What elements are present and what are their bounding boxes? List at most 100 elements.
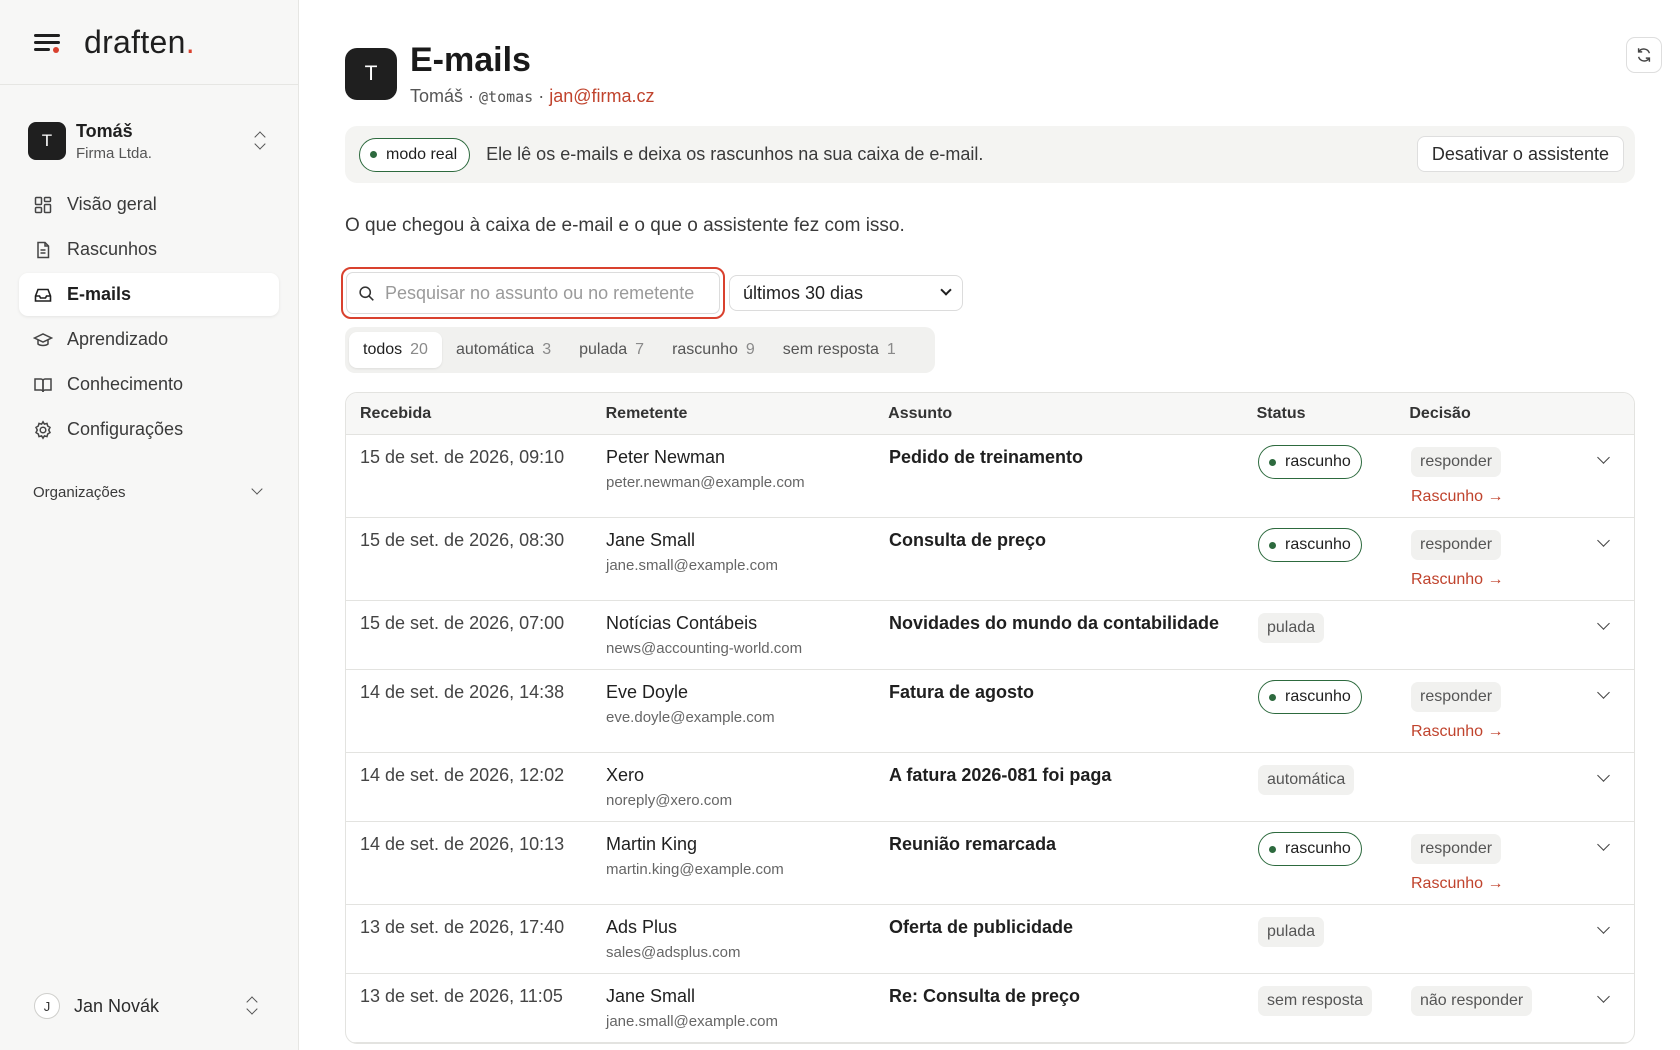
tab-label: todos xyxy=(363,341,403,358)
table-row[interactable]: 15 de set. de 2026, 07:00 Notícias Contá… xyxy=(346,601,1634,670)
received-date: 14 de set. de 2026, 14:38 xyxy=(360,682,565,702)
deactivate-assistant-button[interactable]: Desativar o assistente xyxy=(1416,136,1624,172)
header-email[interactable]: jan@firma.cz xyxy=(549,86,654,106)
chevron-up-down-icon xyxy=(254,131,266,151)
column-header-subject[interactable]: Assunto xyxy=(888,405,1256,423)
header-subtitle: Tomáš · @tomas · jan@firma.cz xyxy=(410,86,655,106)
table-row[interactable]: 13 de set. de 2026, 11:05 Jane Small jane… xyxy=(346,974,1634,1043)
open-draft-link[interactable]: Rascunho → xyxy=(1411,723,1581,741)
sidebar-item-label: Conhecimento xyxy=(67,374,184,394)
account-name: Tomáš xyxy=(76,120,133,141)
graduation-cap-icon xyxy=(33,330,53,350)
tab-draft[interactable]: rascunho 9 xyxy=(658,332,769,368)
period-select[interactable]: últimos 30 dias xyxy=(729,275,963,311)
chevron-down-icon xyxy=(251,483,263,495)
sidebar-item-learning[interactable]: Aprendizado xyxy=(19,318,279,361)
sender-name: Jane Small xyxy=(606,986,696,1006)
sender-name: Xero xyxy=(606,765,645,785)
sender-email: jane.small@example.com xyxy=(606,1013,778,1030)
tab-label: automática xyxy=(455,341,535,358)
status-dot-icon xyxy=(370,151,377,158)
status-badge: rascunho xyxy=(1258,680,1362,714)
status-badge: rascunho xyxy=(1258,528,1362,562)
sender-name: Peter Newman xyxy=(606,447,726,467)
account-switcher[interactable]: T Tomáš Firma Ltda. xyxy=(18,111,280,171)
page-header: T E-mails Tomáš · @tomas · jan@firma.cz xyxy=(345,0,1680,107)
status-badge: rascunho xyxy=(1258,832,1362,866)
chevron-down-icon[interactable] xyxy=(1597,534,1610,547)
sidebar-item-label: Aprendizado xyxy=(67,329,169,349)
received-date: 13 de set. de 2026, 11:05 xyxy=(360,986,563,1006)
column-header-sender[interactable]: Remetente xyxy=(606,405,889,423)
sidebar-item-knowledge[interactable]: Conhecimento xyxy=(19,363,279,406)
user-menu[interactable]: J Jan Novák xyxy=(18,982,280,1030)
status-badge: pulada xyxy=(1258,917,1325,947)
decision-badge: não responder xyxy=(1411,986,1533,1016)
tab-skipped[interactable]: pulada 7 xyxy=(565,332,658,368)
book-icon xyxy=(33,375,53,395)
email-subject: Fatura de agosto xyxy=(889,682,1035,702)
status-dot-icon xyxy=(1269,458,1276,466)
table-row[interactable]: 13 de set. de 2026, 17:40 Ads Plus sales@… xyxy=(346,905,1634,974)
open-draft-link[interactable]: Rascunho → xyxy=(1411,875,1581,893)
chevron-down-icon[interactable] xyxy=(1597,838,1610,851)
tab-count: 20 xyxy=(410,341,428,358)
status-badge: pulada xyxy=(1258,613,1325,643)
filters-bar: últimos 30 dias xyxy=(341,267,1680,319)
menu-icon[interactable] xyxy=(34,32,60,53)
decision-badge: responder xyxy=(1411,530,1502,560)
chevron-down-icon[interactable] xyxy=(1597,451,1610,464)
status-badge: sem resposta xyxy=(1258,986,1373,1016)
chevron-down-icon[interactable] xyxy=(1597,617,1610,630)
table-row[interactable]: 14 de set. de 2026, 14:38 Eve Doyle eve.d… xyxy=(346,670,1634,753)
organizations-toggle[interactable]: Organizações xyxy=(19,477,279,507)
column-header-received[interactable]: Recebida xyxy=(346,405,606,423)
document-icon xyxy=(33,240,53,260)
dashboard-icon xyxy=(33,195,53,215)
account-org: Firma Ltda. xyxy=(76,144,152,162)
user-name: Jan Novák xyxy=(74,995,160,1016)
table-row[interactable]: 15 de set. de 2026, 09:10 Peter Newman pe… xyxy=(346,435,1634,518)
chevron-down-icon[interactable] xyxy=(1597,990,1610,1003)
open-draft-link[interactable]: Rascunho → xyxy=(1411,571,1581,589)
tab-all[interactable]: todos 20 xyxy=(349,332,442,368)
chevron-down-icon[interactable] xyxy=(1597,769,1610,782)
sidebar-item-drafts[interactable]: Rascunhos xyxy=(19,228,279,271)
search-box[interactable] xyxy=(346,272,720,314)
main-content: T E-mails Tomáš · @tomas · jan@firma.cz … xyxy=(299,0,1680,1050)
emails-table: Recebida Remetente Assunto Status Decisã… xyxy=(345,392,1635,1044)
status-badge: rascunho xyxy=(1258,445,1362,479)
open-draft-link[interactable]: Rascunho → xyxy=(1411,488,1581,506)
decision-badge: responder xyxy=(1411,447,1502,477)
refresh-button[interactable] xyxy=(1626,37,1662,73)
chevron-down-icon[interactable] xyxy=(1597,686,1610,699)
sidebar-item-label: E-mails xyxy=(67,284,132,304)
sidebar-item-overview[interactable]: Visão geral xyxy=(19,183,279,226)
status-dot-icon xyxy=(1269,693,1276,701)
table-row[interactable]: 14 de set. de 2026, 12:02 Xero noreply@xe… xyxy=(346,753,1634,822)
tab-count: 1 xyxy=(886,341,896,358)
email-subject: Reunião remarcada xyxy=(889,834,1057,854)
sidebar-nav: Visão geral Rascunhos E-mails Aprendizad… xyxy=(0,183,298,451)
sender-email: noreply@xero.com xyxy=(606,792,733,809)
table-row[interactable]: 14 de set. de 2026, 10:13 Martin King mar… xyxy=(346,822,1634,905)
search-input[interactable] xyxy=(385,282,705,304)
organizations-label: Organizações xyxy=(33,483,126,501)
gear-icon xyxy=(33,419,53,440)
sidebar-item-emails[interactable]: E-mails xyxy=(19,273,279,316)
search-icon xyxy=(359,285,374,301)
column-header-decision[interactable]: Decisão xyxy=(1409,405,1579,423)
sender-email: sales@adsplus.com xyxy=(606,944,741,961)
sidebar-item-settings[interactable]: Configurações xyxy=(19,408,279,451)
tab-automatic[interactable]: automática 3 xyxy=(442,332,565,368)
tab-no-response[interactable]: sem resposta 1 xyxy=(769,332,910,368)
tab-count: 9 xyxy=(745,341,755,358)
chevron-down-icon[interactable] xyxy=(1597,921,1610,934)
tab-label: pulada xyxy=(579,341,628,358)
logo[interactable]: draften. xyxy=(84,24,195,61)
column-header-status[interactable]: Status xyxy=(1257,405,1410,423)
sender-name: Jane Small xyxy=(606,530,696,550)
table-row[interactable]: 15 de set. de 2026, 08:30 Jane Small jane… xyxy=(346,518,1634,601)
sender-email: eve.doyle@example.com xyxy=(606,709,775,726)
received-date: 15 de set. de 2026, 08:30 xyxy=(360,530,565,550)
